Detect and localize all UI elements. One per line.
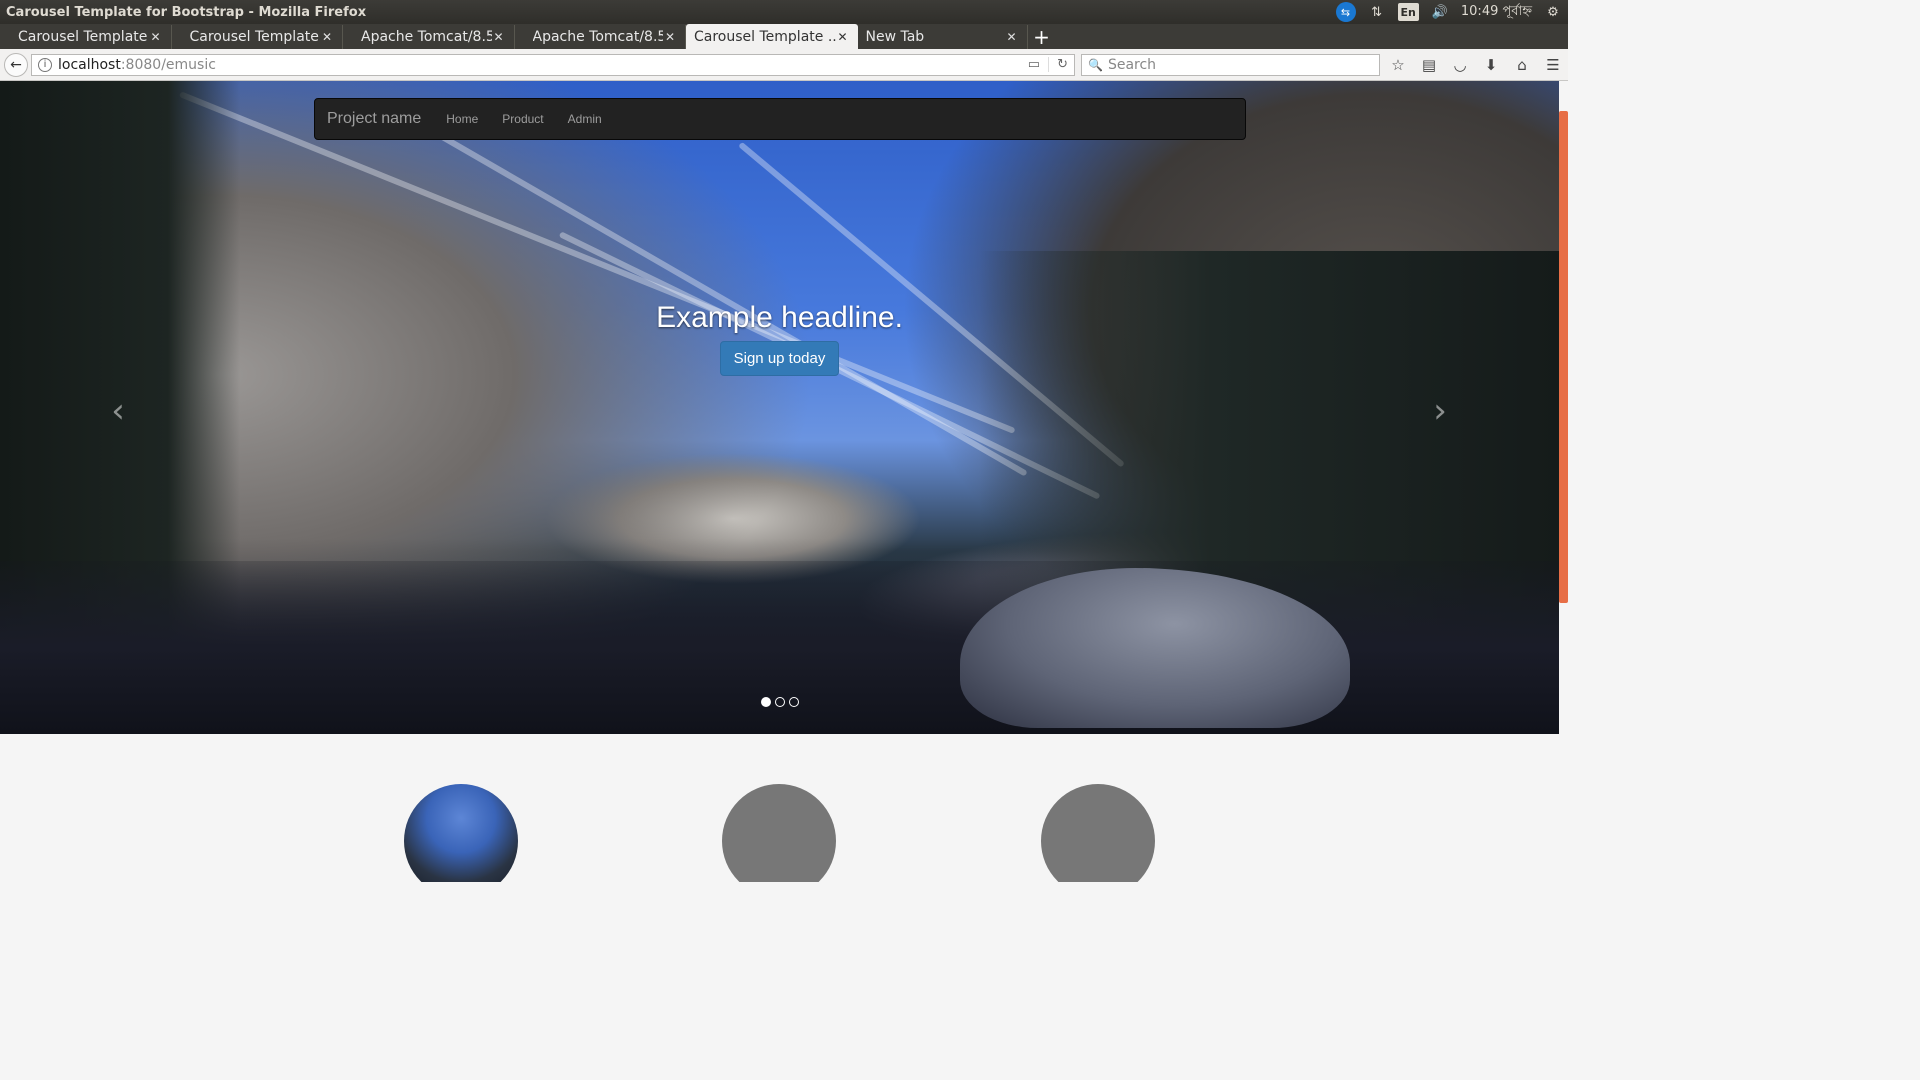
carousel: Project name Home Product Admin Example …	[0, 81, 1559, 734]
pocket-icon[interactable]: ◡	[1452, 56, 1468, 74]
marketing-section	[0, 784, 1559, 882]
close-icon[interactable]: ✕	[836, 30, 850, 44]
info-icon[interactable]: i	[38, 57, 52, 72]
system-indicators: ⇆ ⇅ En 🔊 10:49 পূর্বাহ্ন ⚙	[1335, 2, 1562, 23]
url-bar[interactable]: i localhost :8080/emusic ▭ ↻	[31, 53, 1075, 76]
clock[interactable]: 10:49 পূর্বাহ্ন	[1461, 2, 1532, 23]
plus-icon: +	[1033, 25, 1050, 49]
browser-tab[interactable]: New Tab ✕	[858, 25, 1028, 49]
network-icon[interactable]: ⇅	[1368, 3, 1386, 21]
carousel-indicators	[0, 697, 1559, 707]
chevron-left-icon: ‹	[111, 391, 125, 431]
site-brand[interactable]: Project name	[327, 110, 421, 128]
marketing-image-3	[1041, 784, 1155, 882]
new-tab-button[interactable]: +	[1028, 25, 1056, 49]
marketing-image-2	[722, 784, 836, 882]
page-scrollbar[interactable]	[1559, 81, 1568, 882]
site-navbar: Project name Home Product Admin	[314, 98, 1246, 140]
browser-toolbar: ← i localhost :8080/emusic ▭ ↻ 🔍 Search …	[0, 49, 1568, 81]
sign-up-button[interactable]: Sign up today	[719, 341, 840, 376]
menu-icon[interactable]: ☰	[1545, 56, 1561, 74]
browser-tab-active[interactable]: Carousel Template ... ✕	[686, 24, 858, 49]
reload-icon[interactable]: ↻	[1048, 57, 1068, 72]
home-icon[interactable]: ⌂	[1514, 56, 1530, 74]
volume-icon[interactable]: 🔊	[1431, 3, 1449, 21]
nav-link-admin[interactable]: Admin	[568, 112, 602, 126]
window-title: Carousel Template for Bootstrap - Mozill…	[6, 4, 367, 20]
tab-strip: Carousel Template ... ✕ Carousel Templat…	[0, 24, 1568, 49]
teamviewer-icon[interactable]: ⇆	[1335, 2, 1356, 22]
search-input[interactable]: 🔍 Search	[1081, 53, 1380, 76]
bookmarks-library-icon[interactable]: ▤	[1421, 56, 1437, 74]
chevron-right-icon: ›	[1433, 391, 1447, 431]
toolbar-icons: ☆ ▤ ◡ ⬇ ⌂ ☰	[1390, 56, 1561, 74]
back-button[interactable]: ←	[4, 52, 28, 77]
scrollbar-thumb[interactable]	[1559, 111, 1568, 603]
carousel-indicator-2[interactable]	[774, 697, 785, 707]
page-content: Project name Home Product Admin Example …	[0, 81, 1568, 882]
close-icon[interactable]: ✕	[320, 30, 334, 44]
browser-tab[interactable]: Carousel Template ... ✕	[172, 25, 343, 49]
marketing-image-1	[404, 784, 518, 882]
close-icon[interactable]: ✕	[492, 30, 506, 44]
nav-link-home[interactable]: Home	[446, 112, 478, 126]
arrow-left-icon: ←	[10, 56, 22, 73]
url-path: :8080/emusic	[120, 56, 216, 73]
carousel-indicator-1[interactable]	[760, 697, 771, 707]
close-icon[interactable]: ✕	[663, 30, 677, 44]
carousel-caption: Example headline. Sign up today	[0, 301, 1559, 376]
os-top-bar: Carousel Template for Bootstrap - Mozill…	[0, 0, 1568, 24]
reader-view-icon[interactable]: ▭	[1028, 57, 1040, 72]
carousel-headline: Example headline.	[656, 301, 903, 334]
browser-tab[interactable]: Apache Tomcat/8.5.... ✕	[343, 25, 515, 49]
browser-tab[interactable]: Apache Tomcat/8.5.... ✕	[515, 25, 686, 49]
url-host: localhost	[58, 56, 121, 73]
keyboard-layout-indicator[interactable]: En	[1397, 3, 1419, 21]
carousel-prev-button[interactable]: ‹	[98, 391, 138, 431]
browser-tab[interactable]: Carousel Template ... ✕	[0, 25, 172, 49]
carousel-next-button[interactable]: ›	[1420, 391, 1460, 431]
close-icon[interactable]: ✕	[149, 30, 163, 44]
carousel-indicator-3[interactable]	[788, 697, 799, 707]
bookmark-star-icon[interactable]: ☆	[1390, 56, 1406, 74]
nav-link-product[interactable]: Product	[502, 112, 543, 126]
download-icon[interactable]: ⬇	[1483, 56, 1499, 74]
search-icon: 🔍	[1088, 57, 1103, 72]
close-icon[interactable]: ✕	[1005, 30, 1019, 44]
gear-icon[interactable]: ⚙	[1544, 3, 1562, 21]
search-placeholder: Search	[1107, 56, 1157, 73]
